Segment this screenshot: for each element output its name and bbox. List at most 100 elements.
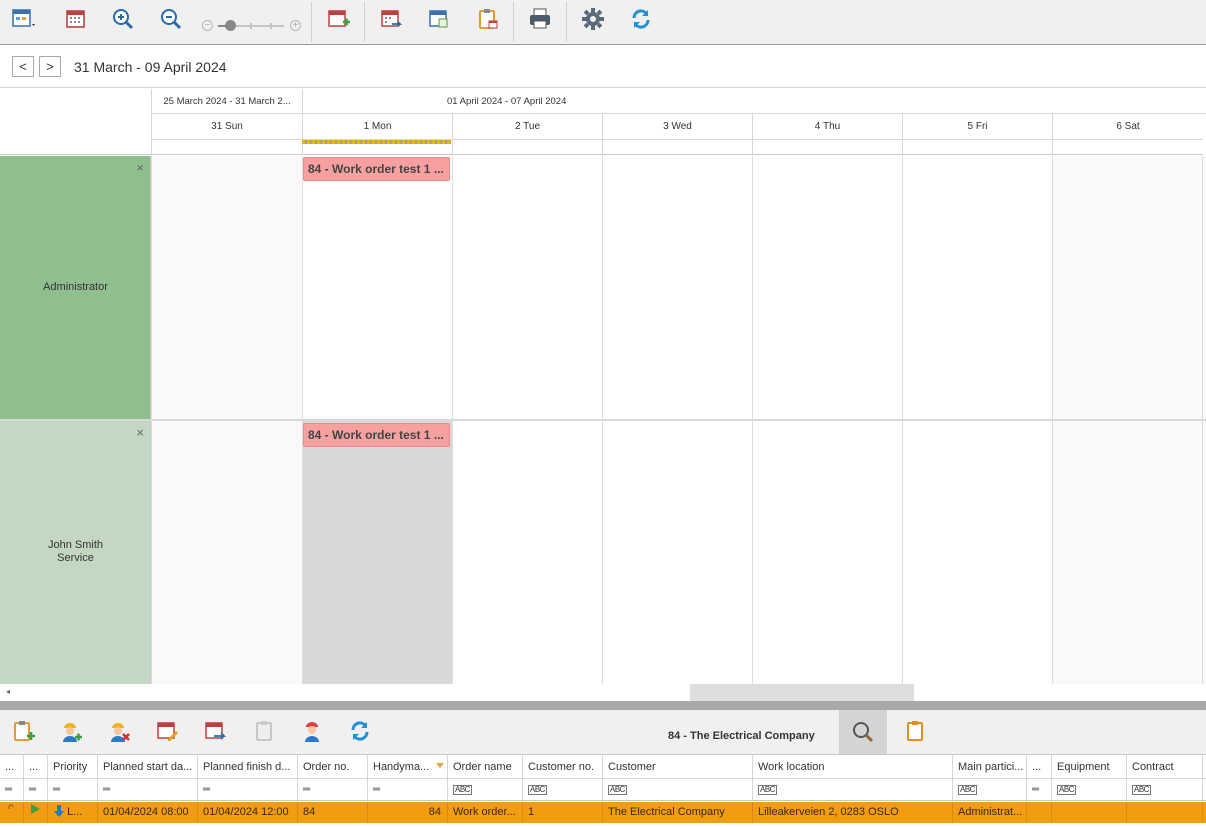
filter-text-cell[interactable]: ABC [1127,779,1203,800]
time-cell[interactable] [602,156,752,419]
calendar-day-icon[interactable] [424,4,454,34]
time-cell[interactable] [1052,156,1203,419]
filter-equals-icon[interactable]: ═ [198,779,298,800]
previous-period-button[interactable]: < [12,56,34,77]
all-day-cell[interactable] [752,140,902,155]
resource-administrator[interactable]: × Administrator [0,156,151,419]
column-header-contract[interactable]: Contract [1127,755,1203,778]
calendar-icon[interactable] [60,4,90,34]
slider-thumb[interactable] [225,20,236,31]
filter-equals-icon[interactable]: ═ [24,779,48,800]
remove-worker-icon[interactable] [104,716,134,746]
time-cell-selected[interactable] [302,421,452,684]
time-cell[interactable] [302,156,452,419]
column-header-equipment[interactable]: Equipment [1052,755,1127,778]
zoom-slider[interactable]: − + [200,18,304,34]
filter-equals-icon[interactable]: ═ [368,779,448,800]
column-header-order-name[interactable]: Order name [448,755,523,778]
column-header-order-no[interactable]: Order no. [298,755,368,778]
edit-calendar-icon[interactable] [152,716,182,746]
filter-equals-icon[interactable]: ═ [0,779,24,800]
time-cell[interactable] [452,421,602,684]
horizontal-scrollbar[interactable]: ◂ [0,684,1206,701]
grid-filter-row: ═ ═ ═ ═ ═ ═ ═ ABC ABC ABC ABC ABC ═ ABC … [0,779,1206,801]
time-cell[interactable] [452,156,602,419]
filter-text-icon: ABC [758,785,777,795]
all-day-cell[interactable] [1052,140,1203,155]
column-header-planned-finish[interactable]: Planned finish d... [198,755,298,778]
add-worker-icon[interactable] [56,716,86,746]
filter-text-cell[interactable]: ABC [603,779,753,800]
day-header-sun[interactable]: 31 Sun [151,114,302,140]
column-header[interactable]: ... [0,755,24,778]
column-header-work-location[interactable]: Work location [753,755,953,778]
day-header-mon[interactable]: 1 Mon [302,114,452,140]
column-header-handyman[interactable]: Handyma... [368,755,448,778]
move-calendar-icon[interactable] [200,716,230,746]
filter-text-cell[interactable]: ABC [1052,779,1127,800]
appointment[interactable]: 84 - Work order test 1 ... [303,423,450,447]
disabled-clipboard-icon[interactable] [249,716,279,746]
print-icon[interactable] [525,4,555,34]
clipboard-icon[interactable] [900,716,930,746]
day-header-fri[interactable]: 5 Fri [902,114,1052,140]
filter-text-cell[interactable]: ABC [523,779,603,800]
column-header-planned-start[interactable]: Planned start da... [98,755,198,778]
column-header-customer-no[interactable]: Customer no. [523,755,603,778]
time-cell[interactable] [752,421,902,684]
day-header-thu[interactable]: 4 Thu [752,114,902,140]
filter-text-cell[interactable]: ABC [448,779,523,800]
slider-minus-icon[interactable]: − [202,20,213,31]
new-appointment-icon[interactable] [323,4,353,34]
zoom-out-icon[interactable] [156,4,186,34]
refresh-icon[interactable] [345,716,375,746]
priority-down-arrow-icon [54,805,64,817]
time-cell[interactable] [151,156,302,419]
time-cell[interactable] [151,421,302,684]
all-day-cell[interactable] [452,140,602,155]
zoom-in-icon[interactable] [108,4,138,34]
filter-equals-icon[interactable]: ═ [298,779,368,800]
time-cell[interactable] [602,421,752,684]
table-row[interactable]: L... 01/04/2024 08:00 01/04/2024 12:00 8… [0,802,1206,823]
panel-splitter[interactable] [0,701,1206,710]
scroll-left-icon[interactable]: ◂ [6,687,10,696]
play-icon[interactable] [24,802,48,823]
clipboard-calendar-icon[interactable] [473,4,503,34]
column-header[interactable]: ... [24,755,48,778]
settings-icon[interactable] [578,4,608,34]
appointment[interactable]: 84 - Work order test 1 ... [303,157,450,181]
calendar-view-icon[interactable] [8,4,38,34]
column-header[interactable]: ... [1027,755,1052,778]
column-header-customer[interactable]: Customer [603,755,753,778]
filter-equals-icon[interactable]: ═ [48,779,98,800]
next-period-button[interactable]: > [39,56,61,77]
day-header-tue[interactable]: 2 Tue [452,114,602,140]
customer-cell: The Electrical Company [603,802,753,823]
day-header-wed[interactable]: 3 Wed [602,114,752,140]
time-cell[interactable] [902,156,1052,419]
column-header-main-participant[interactable]: Main partici... [953,755,1027,778]
workers-icon[interactable] [297,716,327,746]
day-header-sat[interactable]: 6 Sat [1052,114,1203,140]
scrollbar-thumb[interactable] [690,684,914,701]
filter-text-cell[interactable]: ABC [753,779,953,800]
all-day-cell[interactable] [151,140,302,155]
time-cell[interactable] [1052,421,1203,684]
time-cell[interactable] [902,421,1052,684]
filter-equals-icon[interactable]: ═ [1027,779,1052,800]
column-header-priority[interactable]: Priority [48,755,98,778]
refresh-icon[interactable] [626,4,656,34]
close-icon[interactable]: × [136,160,144,175]
filter-equals-icon[interactable]: ═ [98,779,198,800]
slider-plus-icon[interactable]: + [290,20,301,31]
time-cell[interactable] [752,156,902,419]
resource-john-smith[interactable]: × John Smith Service [0,421,151,684]
all-day-cell[interactable] [602,140,752,155]
filter-text-cell[interactable]: ABC [953,779,1027,800]
close-icon[interactable]: × [136,425,144,440]
new-work-order-icon[interactable] [9,716,39,746]
search-button[interactable] [839,710,887,754]
export-calendar-icon[interactable] [376,4,406,34]
all-day-cell[interactable] [902,140,1052,155]
